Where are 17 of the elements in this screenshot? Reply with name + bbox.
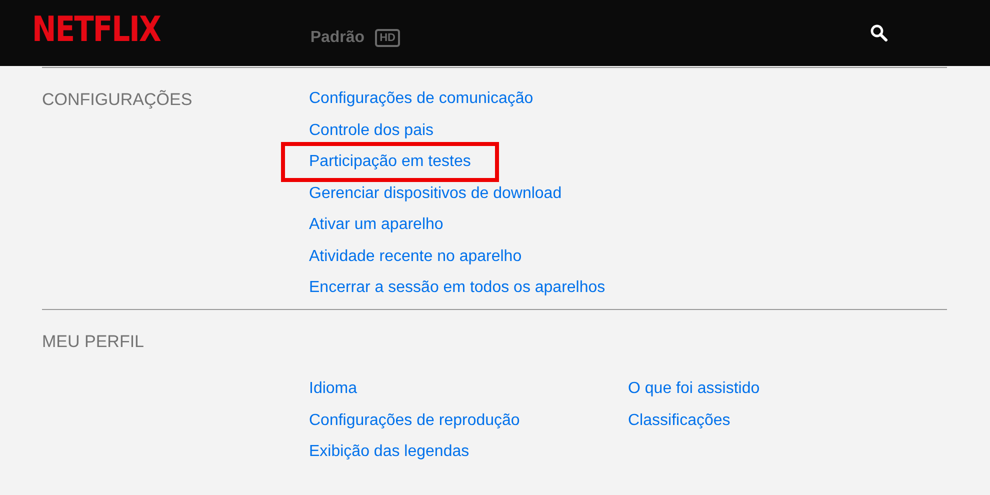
settings-link[interactable]: Configurações de reprodução (309, 404, 520, 436)
hd-badge: HD (374, 29, 400, 47)
section-title: MEU PERFIL (42, 332, 144, 351)
netflix-logo[interactable]: NETFLIX (32, 12, 160, 46)
settings-link[interactable]: Atividade recente no aparelho (309, 240, 522, 272)
settings-link[interactable]: Gerenciar dispositivos de download (309, 178, 562, 209)
plan-name: Padrão (310, 28, 365, 48)
settings-link[interactable]: Controle dos pais (309, 114, 434, 146)
search-icon[interactable] (870, 24, 888, 42)
section-title: CONFIGURAÇÕES (42, 90, 192, 109)
settings-link[interactable]: Configurações de comunicação (309, 83, 534, 114)
settings-link[interactable]: Ativar um aparelho (309, 209, 444, 240)
settings-link[interactable]: Encerrar a sessão em todos os aparelhos (309, 272, 606, 304)
settings-link[interactable]: Idioma (309, 373, 358, 404)
settings-link[interactable]: Exibição das legendas (309, 436, 470, 468)
settings-link[interactable]: Classificações (628, 404, 730, 436)
settings-link[interactable]: O que foi assistido (628, 373, 760, 404)
